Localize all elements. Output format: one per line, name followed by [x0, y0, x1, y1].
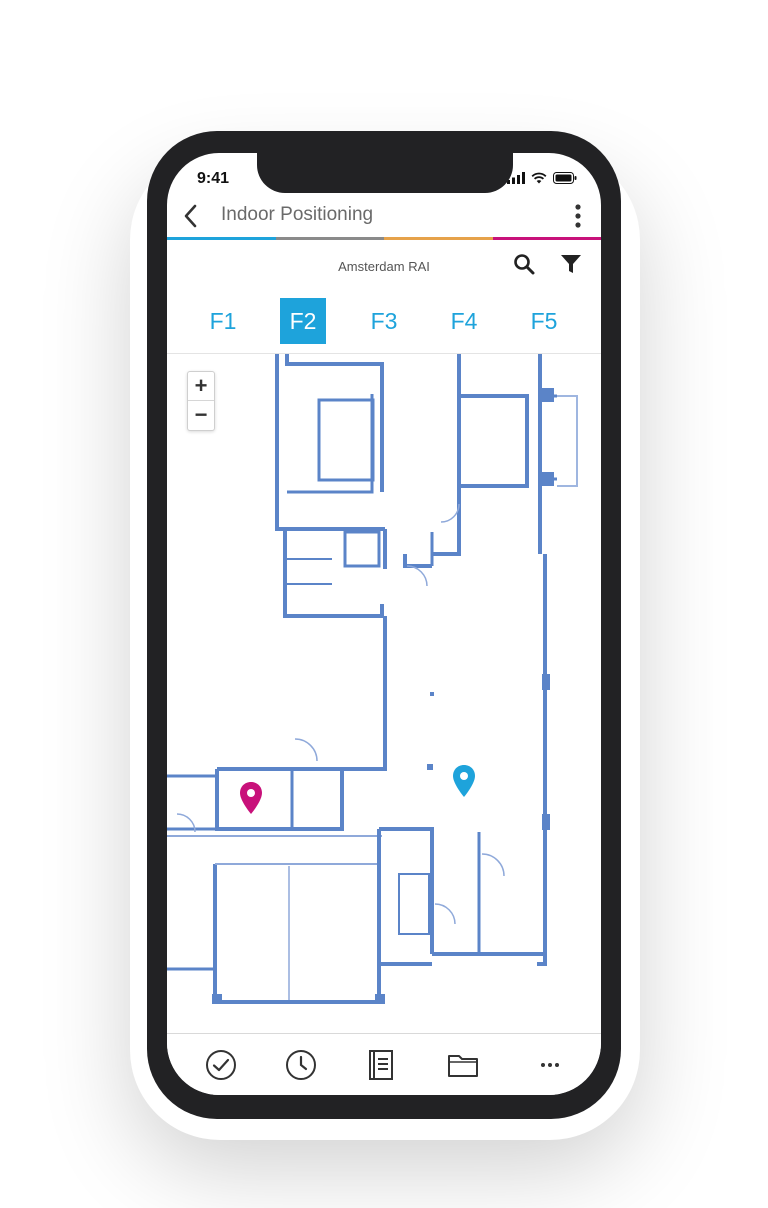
more-horizontal-icon[interactable]	[533, 1048, 567, 1082]
filter-icon[interactable]	[560, 253, 582, 275]
bottom-navigation	[167, 1033, 601, 1095]
floor-tab-f2[interactable]: F2	[280, 298, 326, 344]
phone-screen: 9:41 Indoor Positioning Amsterdam RAI F1…	[167, 153, 601, 1095]
battery-icon	[553, 172, 577, 184]
wifi-icon	[531, 172, 547, 184]
venue-name: Amsterdam RAI	[338, 259, 430, 274]
zoom-control: + −	[187, 371, 215, 431]
book-icon[interactable]	[364, 1048, 398, 1082]
folder-icon[interactable]	[446, 1048, 480, 1082]
current-location-pin-icon[interactable]	[452, 764, 476, 798]
more-vertical-icon[interactable]	[573, 203, 583, 229]
floor-tab-f3[interactable]: F3	[361, 298, 407, 344]
status-icons	[507, 172, 577, 184]
floor-tab-f5[interactable]: F5	[521, 298, 567, 344]
header-accent-bar	[167, 237, 601, 240]
zoom-out-button[interactable]: −	[188, 401, 214, 429]
floor-tab-f4[interactable]: F4	[441, 298, 487, 344]
app-header: Indoor Positioning	[167, 195, 601, 237]
check-circle-icon[interactable]	[204, 1048, 238, 1082]
floor-map[interactable]	[167, 353, 601, 1034]
zoom-in-button[interactable]: +	[188, 372, 214, 400]
back-arrow-icon[interactable]	[179, 201, 203, 231]
floor-plan	[167, 354, 578, 1004]
page-title: Indoor Positioning	[221, 204, 374, 225]
clock-icon[interactable]	[284, 1048, 318, 1082]
floor-tab-f1[interactable]: F1	[200, 298, 246, 344]
floor-selector: F1 F2 F3 F4 F5	[167, 298, 601, 344]
status-time: 9:41	[197, 170, 230, 187]
phone-notch	[257, 153, 513, 193]
search-icon[interactable]	[513, 253, 535, 275]
destination-pin-icon[interactable]	[239, 781, 263, 815]
